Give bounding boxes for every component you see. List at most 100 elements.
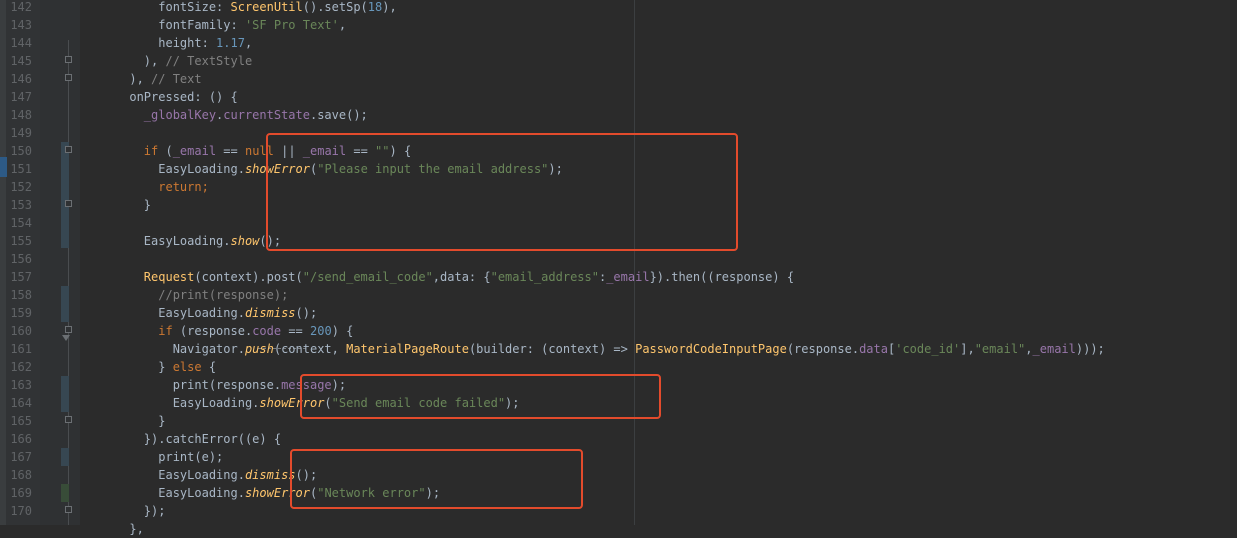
- code-text[interactable]: Request(context).post("/send_email_code"…: [86, 268, 794, 286]
- code-token: else: [172, 360, 202, 374]
- code-line[interactable]: 159 EasyLoading.dismiss();: [0, 304, 1237, 322]
- code-text[interactable]: ), // Text: [86, 70, 202, 88]
- line-number: 146: [10, 72, 32, 86]
- code-token: }: [86, 414, 166, 428]
- code-token: ScreenUtil: [230, 0, 303, 14]
- code-token: dismiss: [244, 306, 296, 320]
- line-number: 148: [10, 108, 32, 122]
- code-token: EasyLoading.: [86, 486, 245, 500]
- code-token: push: [244, 342, 274, 356]
- code-token: //print(response);: [158, 288, 289, 302]
- code-line[interactable]: 167 print(e);: [0, 448, 1237, 466]
- line-number: 161: [10, 342, 32, 356]
- code-text[interactable]: EasyLoading.dismiss();: [86, 304, 317, 322]
- code-text[interactable]: fontFamily: 'SF Pro Text',: [86, 16, 346, 34]
- code-token: currentState: [223, 108, 310, 122]
- code-token: )));: [1075, 342, 1105, 356]
- code-text[interactable]: Navigator.push(context, MaterialPageRout…: [86, 340, 1105, 358]
- code-line[interactable]: 168 EasyLoading.dismiss();: [0, 466, 1237, 484]
- code-token: // Text: [151, 72, 202, 86]
- code-token: ),: [86, 54, 166, 68]
- line-number: 150: [10, 144, 32, 158]
- line-number: 145: [10, 54, 32, 68]
- code-text[interactable]: _globalKey.currentState.save();: [86, 106, 368, 124]
- code-text[interactable]: } else {: [86, 358, 216, 376]
- code-line[interactable]: 161 Navigator.push(context, MaterialPage…: [0, 340, 1237, 358]
- code-token: _email: [606, 270, 650, 284]
- code-text[interactable]: print(e);: [86, 448, 223, 466]
- code-line[interactable]: 160 if (response.code == 200) {: [0, 322, 1237, 340]
- line-number: 160: [10, 324, 32, 338]
- code-line[interactable]: 169 EasyLoading.showError("Network error…: [0, 484, 1237, 502]
- line-number: 167: [10, 450, 32, 464]
- line-number: 153: [10, 198, 32, 212]
- code-line[interactable]: 148 _globalKey.currentState.save();: [0, 106, 1237, 124]
- code-text[interactable]: }: [86, 412, 165, 430]
- code-token: fontSize:: [86, 0, 231, 14]
- code-text[interactable]: }: [86, 196, 151, 214]
- code-line[interactable]: 142 fontSize: ScreenUtil().setSp(18),: [0, 0, 1237, 16]
- code-line[interactable]: },: [0, 520, 1237, 538]
- line-number: 163: [10, 378, 32, 392]
- code-line[interactable]: 145 ), // TextStyle: [0, 52, 1237, 70]
- code-text[interactable]: onPressed: () {: [86, 88, 237, 106]
- code-text[interactable]: fontSize: ScreenUtil().setSp(18),: [86, 0, 396, 16]
- code-token: {: [201, 360, 217, 374]
- line-number: 149: [10, 126, 32, 140]
- code-text[interactable]: return;: [86, 178, 209, 196]
- code-token: print(response.: [86, 378, 282, 392]
- code-line[interactable]: 158 //print(response);: [0, 286, 1237, 304]
- code-text[interactable]: //print(response);: [86, 286, 288, 304]
- code-text[interactable]: EasyLoading.show();: [86, 232, 281, 250]
- line-number: 165: [10, 414, 32, 428]
- code-token: ) {: [331, 324, 354, 338]
- code-token: "/send_email_code": [302, 270, 433, 284]
- code-token: "email_address": [490, 270, 599, 284]
- code-token: EasyLoading.: [86, 162, 245, 176]
- line-number: 158: [10, 288, 32, 302]
- code-token: print(e);: [86, 450, 224, 464]
- code-line[interactable]: 157 Request(context).post("/send_email_c…: [0, 268, 1237, 286]
- code-token: }: [86, 198, 152, 212]
- code-token: fontFamily:: [86, 18, 245, 32]
- code-token: 18: [367, 0, 383, 14]
- code-text[interactable]: if (response.code == 200) {: [86, 322, 353, 340]
- code-token: show: [230, 234, 260, 248]
- code-token: EasyLoading.: [86, 306, 245, 320]
- code-line[interactable]: 156: [0, 250, 1237, 268]
- code-text[interactable]: });: [86, 502, 166, 520]
- code-text[interactable]: },: [86, 520, 143, 538]
- code-token: ],: [960, 342, 975, 356]
- code-token: EasyLoading.: [86, 234, 231, 248]
- code-token: if: [143, 144, 159, 158]
- code-line[interactable]: 144 height: 1.17,: [0, 34, 1237, 52]
- code-token: ,: [1025, 342, 1033, 356]
- code-token: ==: [281, 324, 310, 338]
- code-text[interactable]: ), // TextStyle: [86, 52, 252, 70]
- code-token: ,: [338, 18, 347, 32]
- line-number: 168: [10, 468, 32, 482]
- code-token: (context,: [273, 342, 347, 356]
- code-text[interactable]: EasyLoading.dismiss();: [86, 466, 317, 484]
- code-token: (response.: [172, 324, 253, 338]
- code-token: Navigator.: [86, 342, 245, 356]
- code-line[interactable]: 146 ), // Text: [0, 70, 1237, 88]
- code-token: // TextStyle: [165, 54, 253, 68]
- code-text[interactable]: }).catchError((e) {: [86, 430, 281, 448]
- code-line[interactable]: 147 onPressed: () {: [0, 88, 1237, 106]
- code-token: _globalKey: [143, 108, 217, 122]
- code-token: }).catchError((e) {: [86, 432, 282, 446]
- code-token: data: [859, 342, 888, 356]
- code-token: height:: [86, 36, 217, 50]
- code-text[interactable]: height: 1.17,: [86, 34, 252, 52]
- code-line[interactable]: 170 });: [0, 502, 1237, 520]
- code-token: (: [158, 144, 173, 158]
- line-number: 144: [10, 36, 32, 50]
- code-line[interactable]: 166 }).catchError((e) {: [0, 430, 1237, 448]
- code-line[interactable]: 143 fontFamily: 'SF Pro Text',: [0, 16, 1237, 34]
- line-number: 166: [10, 432, 32, 446]
- code-token: .save();: [309, 108, 368, 122]
- code-token: }: [86, 360, 173, 374]
